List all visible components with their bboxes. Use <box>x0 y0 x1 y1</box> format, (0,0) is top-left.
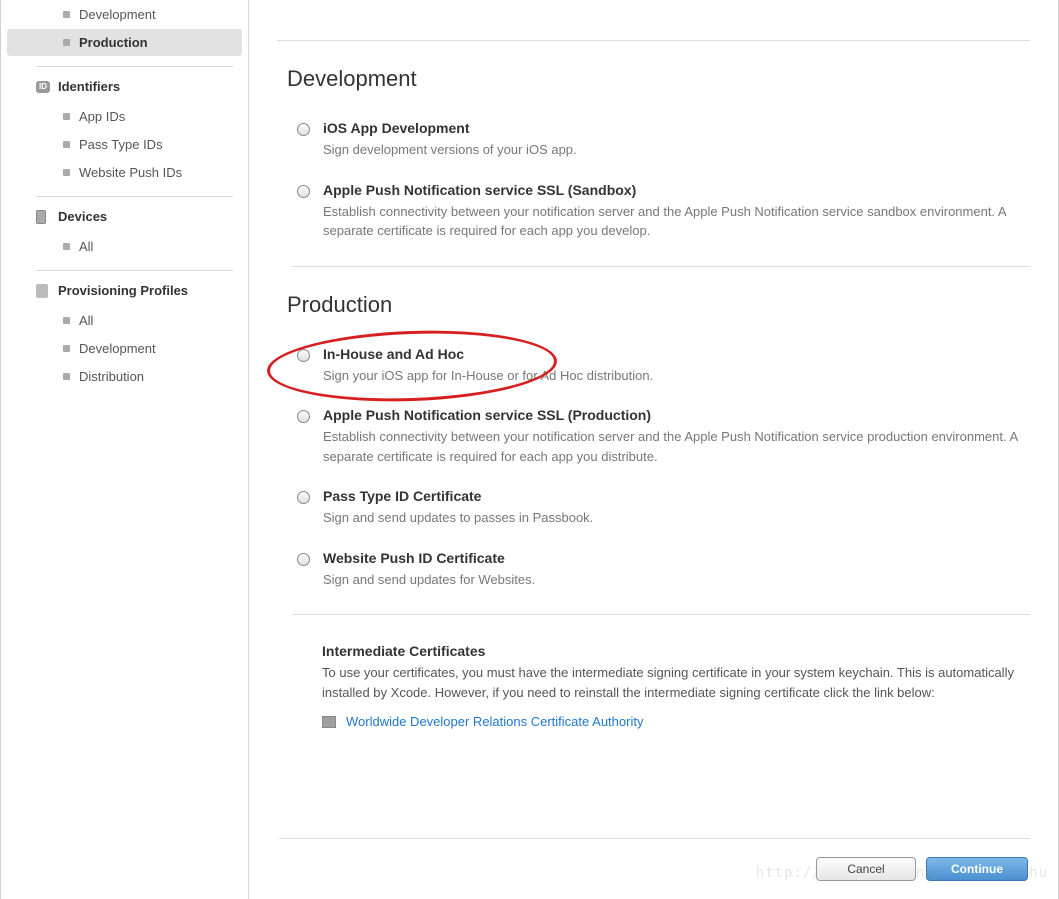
section-divider <box>292 614 1030 615</box>
option-ios-app-development[interactable]: iOS App Development Sign development ver… <box>277 120 1030 160</box>
option-title: Apple Push Notification service SSL (Pro… <box>323 407 1030 423</box>
radio-icon[interactable] <box>297 553 310 566</box>
bullet-icon <box>63 345 70 352</box>
sidebar-item-profiles-development[interactable]: Development <box>7 335 242 362</box>
intermediate-certificates: Intermediate Certificates To use your ce… <box>277 643 1030 729</box>
sidebar-item-label: Website Push IDs <box>79 165 182 180</box>
sidebar-divider <box>36 196 233 197</box>
development-section-title: Development <box>277 66 1030 92</box>
wwdr-cert-link[interactable]: Worldwide Developer Relations Certificat… <box>346 714 643 729</box>
sidebar-item-profiles-distribution[interactable]: Distribution <box>7 363 242 390</box>
sidebar-item-label: Development <box>79 7 156 22</box>
continue-button[interactable]: Continue <box>926 857 1028 881</box>
section-divider <box>292 266 1030 267</box>
cancel-button[interactable]: Cancel <box>816 857 916 881</box>
section-title: Devices <box>58 209 107 224</box>
bullet-icon <box>63 141 70 148</box>
option-desc: Sign and send updates for Websites. <box>323 570 1030 590</box>
sidebar-item-label: Distribution <box>79 369 144 384</box>
section-title: Identifiers <box>58 79 120 94</box>
option-desc: Establish connectivity between your noti… <box>323 427 1030 466</box>
radio-icon[interactable] <box>297 123 310 136</box>
option-website-push-cert[interactable]: Website Push ID Certificate Sign and sen… <box>277 550 1030 590</box>
sidebar: Development Production ID Identifiers Ap… <box>1 0 249 899</box>
sidebar-item-label: Development <box>79 341 156 356</box>
bullet-icon <box>63 113 70 120</box>
radio-icon[interactable] <box>297 349 310 362</box>
bullet-icon <box>63 39 70 46</box>
option-apns-production[interactable]: Apple Push Notification service SSL (Pro… <box>277 407 1030 466</box>
option-title: Pass Type ID Certificate <box>323 488 1030 504</box>
option-desc: Sign development versions of your iOS ap… <box>323 140 1030 160</box>
option-title: In-House and Ad Hoc <box>323 346 1030 362</box>
option-title: iOS App Development <box>323 120 1030 136</box>
option-title: Apple Push Notification service SSL (San… <box>323 182 1030 198</box>
sidebar-section-identifiers[interactable]: ID Identifiers <box>1 71 248 102</box>
sidebar-item-app-ids[interactable]: App IDs <box>7 103 242 130</box>
sidebar-item-label: All <box>79 313 93 328</box>
main-content: Development iOS App Development Sign dev… <box>249 0 1058 899</box>
option-desc: Establish connectivity between your noti… <box>323 202 1030 241</box>
sidebar-item-profiles-all[interactable]: All <box>7 307 242 334</box>
intermediate-title: Intermediate Certificates <box>322 643 1030 659</box>
certificate-icon <box>322 716 336 728</box>
bullet-icon <box>63 11 70 18</box>
sidebar-item-label: App IDs <box>79 109 125 124</box>
bullet-icon <box>63 169 70 176</box>
sidebar-section-profiles[interactable]: Provisioning Profiles <box>1 275 248 306</box>
production-section-title: Production <box>277 292 1030 318</box>
sidebar-item-cert-production[interactable]: Production <box>7 29 242 56</box>
option-desc: Sign and send updates to passes in Passb… <box>323 508 1030 528</box>
bullet-icon <box>63 243 70 250</box>
sidebar-item-pass-type-ids[interactable]: Pass Type IDs <box>7 131 242 158</box>
profile-icon <box>36 284 48 298</box>
bullet-icon <box>63 317 70 324</box>
section-title: Provisioning Profiles <box>58 283 188 298</box>
radio-icon[interactable] <box>297 491 310 504</box>
option-apns-sandbox[interactable]: Apple Push Notification service SSL (San… <box>277 182 1030 241</box>
sidebar-divider <box>36 270 233 271</box>
sidebar-item-label: Pass Type IDs <box>79 137 163 152</box>
device-icon <box>36 210 46 224</box>
main-divider <box>277 40 1030 41</box>
intermediate-text: To use your certificates, you must have … <box>322 663 1030 702</box>
sidebar-item-label: Production <box>79 35 148 50</box>
sidebar-section-devices[interactable]: Devices <box>1 201 248 232</box>
bullet-icon <box>63 373 70 380</box>
sidebar-item-website-push-ids[interactable]: Website Push IDs <box>7 159 242 186</box>
option-inhouse-adhoc[interactable]: In-House and Ad Hoc Sign your iOS app fo… <box>277 346 1030 386</box>
radio-icon[interactable] <box>297 185 310 198</box>
sidebar-item-label: All <box>79 239 93 254</box>
sidebar-item-devices-all[interactable]: All <box>7 233 242 260</box>
button-bar: Cancel Continue <box>816 857 1028 881</box>
radio-icon[interactable] <box>297 410 310 423</box>
id-icon: ID <box>36 81 50 93</box>
option-pass-type-cert[interactable]: Pass Type ID Certificate Sign and send u… <box>277 488 1030 528</box>
bottom-divider <box>279 838 1030 839</box>
sidebar-divider <box>36 66 233 67</box>
option-desc: Sign your iOS app for In-House or for Ad… <box>323 366 1030 386</box>
sidebar-item-cert-development[interactable]: Development <box>7 1 242 28</box>
option-title: Website Push ID Certificate <box>323 550 1030 566</box>
